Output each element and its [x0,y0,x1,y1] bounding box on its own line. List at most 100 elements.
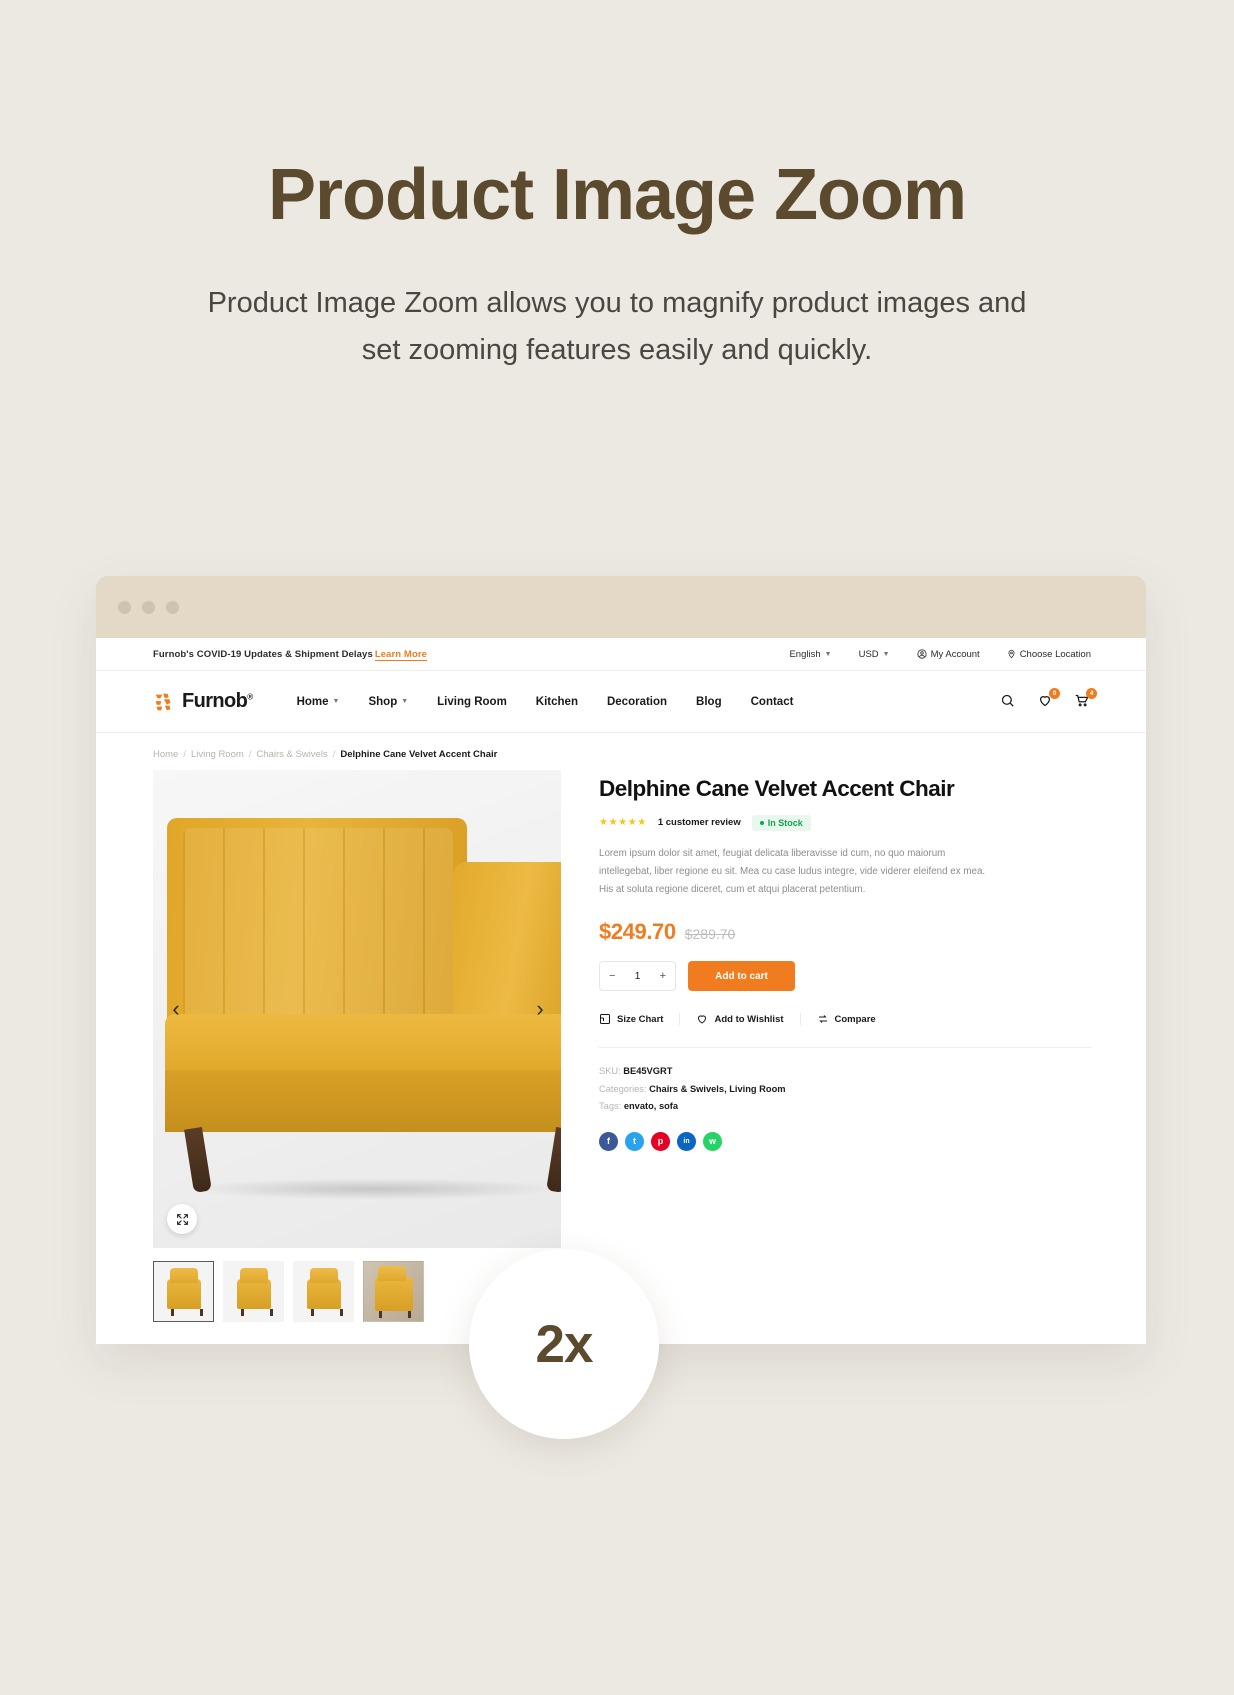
product-description: Lorem ipsum dolor sit amet, feugiat deli… [599,847,986,895]
nav-item-home[interactable]: Home ▼ [297,696,340,708]
gallery-prev-arrow[interactable]: ‹ [163,996,189,1022]
thumbnail-4[interactable] [363,1261,424,1322]
language-label: English [789,648,821,660]
add-to-wishlist-label: Add to Wishlist [714,1013,784,1025]
share-facebook-icon[interactable]: f [599,1131,618,1151]
location-pin-icon [1008,649,1015,659]
page-title: Product Image Zoom [267,155,967,235]
nav-label: Contact [750,695,794,708]
nav-menu: Home ▼ Shop ▼ Living Room Kitchen Decora… [297,696,794,708]
stock-label: In Stock [767,817,803,828]
nav-item-blog[interactable]: Blog [696,696,722,708]
website-viewport: Furnob's COVID-19 Updates & Shipment Del… [96,638,1146,1344]
product-section: ‹ › Delphine Cane Velvet Accent Chair ★★… [96,770,1146,1322]
nav-item-contact[interactable]: Contact [751,696,794,708]
currency-selector[interactable]: USD ▼ [859,649,890,660]
covid-notice-text: Furnob's COVID-19 Updates & Shipment Del… [153,648,373,660]
quantity-value[interactable]: 1 [635,971,641,982]
sku-value: BE45VGRT [623,1066,673,1077]
nav-label: Shop [368,695,398,708]
nav-item-shop[interactable]: Shop ▼ [368,696,408,708]
thumbnail-2[interactable] [223,1261,284,1322]
window-minimize-dot[interactable] [142,600,155,614]
chevron-down-icon: ▼ [332,698,340,705]
search-button[interactable] [1000,693,1017,710]
purchase-controls: − 1 + Add to cart [599,961,1091,992]
review-count-link[interactable]: 1 customer review [658,817,741,828]
price-block: $249.70 $289.70 [599,919,1091,945]
compare-label: Compare [834,1013,876,1025]
zoom-factor-badge: 2x [469,1249,659,1439]
nav-icon-group: 0 4 [1000,688,1097,710]
page-subtitle: Product Image Zoom allows you to magnify… [207,286,1027,366]
section-divider [599,1047,1091,1049]
tags-label: Tags: [599,1100,622,1111]
logo-text: Furnob® [182,690,253,712]
share-twitter-icon[interactable]: t [625,1131,644,1151]
categories-row: Categories: Chairs & Swivels, Living Roo… [599,1081,1091,1098]
main-navigation: Furnob® Home ▼ Shop ▼ Living Room Kitche… [96,671,1146,733]
categories-value[interactable]: Chairs & Swivels, Living Room [649,1084,785,1094]
wishlist-button[interactable]: 0 [1037,688,1060,710]
nav-label: Blog [696,695,722,708]
utility-bar-right: English ▼ USD ▼ My Account Choose Locati… [789,649,1091,660]
breadcrumb-separator: / [332,749,336,760]
product-main-image[interactable]: ‹ › [153,770,561,1248]
thumbnail-1[interactable] [153,1261,214,1322]
chevron-down-icon: ▼ [824,650,832,658]
learn-more-link[interactable]: Learn More [374,648,428,661]
categories-label: Categories: [599,1083,647,1094]
nav-item-living-room[interactable]: Living Room [437,696,507,708]
thumbnail-3[interactable] [293,1261,354,1322]
breadcrumb-separator: / [248,749,252,760]
browser-titlebar [96,576,1146,638]
share-linkedin-icon[interactable]: in [677,1131,696,1151]
size-chart-button[interactable]: Size Chart [599,1013,679,1025]
breadcrumb-item-home[interactable]: Home [153,749,178,760]
sku-row: SKU: BE45VGRT [599,1063,1091,1080]
size-chart-label: Size Chart [617,1013,664,1025]
window-maximize-dot[interactable] [166,600,179,614]
sku-label: SKU: [599,1066,621,1077]
product-gallery: ‹ › [153,770,561,1322]
furnob-logo-icon [153,691,175,713]
chair-illustration [153,770,561,1248]
product-meta: ★★★★★ 1 customer review In Stock [599,814,1091,831]
tags-value[interactable]: envato, sofa [624,1101,678,1111]
heart-icon [698,1015,707,1024]
quantity-decrease-button[interactable]: − [609,970,615,982]
cart-button[interactable]: 4 [1074,688,1097,710]
expand-fullscreen-button[interactable] [167,1204,197,1234]
rating-stars: ★★★★★ [599,817,647,829]
breadcrumb-separator: / [183,749,186,760]
site-logo[interactable]: Furnob® [153,690,253,713]
quantity-stepper[interactable]: − 1 + [599,961,676,992]
breadcrumb-item-chairs-swivels[interactable]: Chairs & Swivels [256,749,327,760]
chevron-down-icon: ▼ [882,650,890,658]
gallery-next-arrow[interactable]: › [527,996,553,1022]
nav-label: Home [296,695,329,708]
choose-location-link[interactable]: Choose Location [1007,649,1091,660]
utility-bar: Furnob's COVID-19 Updates & Shipment Del… [96,638,1146,671]
compare-arrows-icon [818,1015,827,1024]
breadcrumb-item-living-room[interactable]: Living Room [191,749,244,760]
social-share-group: f t p in w [599,1131,1091,1151]
compare-button[interactable]: Compare [799,1013,892,1026]
share-whatsapp-icon[interactable]: w [703,1131,722,1151]
nav-label: Decoration [606,695,668,708]
status-dot-icon [759,820,764,825]
window-close-dot[interactable] [118,600,131,614]
registered-mark: ® [247,692,253,702]
nav-item-decoration[interactable]: Decoration [607,696,667,708]
my-account-label: My Account [930,648,980,660]
add-to-wishlist-button[interactable]: Add to Wishlist [679,1013,799,1026]
browser-mockup: Furnob's COVID-19 Updates & Shipment Del… [96,576,1146,1344]
nav-item-kitchen[interactable]: Kitchen [536,696,578,708]
breadcrumb: Home / Living Room / Chairs & Swivels / … [96,733,1146,770]
add-to-cart-button[interactable]: Add to cart [688,961,795,992]
language-selector[interactable]: English ▼ [789,649,831,660]
share-pinterest-icon[interactable]: p [651,1131,670,1151]
quantity-increase-button[interactable]: + [660,970,666,982]
my-account-link[interactable]: My Account [916,648,980,660]
product-attributes: SKU: BE45VGRT Categories: Chairs & Swive… [599,1063,1091,1115]
